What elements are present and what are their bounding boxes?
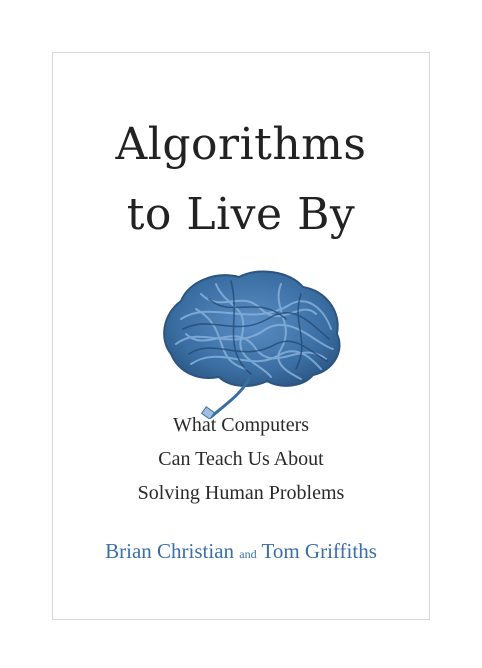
subtitle-line-2: Can Teach Us About [158,448,324,470]
author-conjunction: and [239,547,257,561]
author-1: Brian Christian [105,539,235,563]
page: Algorithms to Live By What Computers Can… [0,0,482,668]
subtitle-line-1: What Computers [172,414,310,436]
book-cover: Algorithms to Live By What Computers Can… [52,52,430,620]
author-2: Tom Griffiths [261,539,377,563]
title-line-2: to Live By [126,189,356,240]
cable-brain-icon [141,259,351,420]
title-line-1: Algorithms [115,119,367,170]
authors: Brian Christian and Tom Griffiths [53,541,429,562]
subtitle-line-3: Solving Human Problems [137,482,345,504]
